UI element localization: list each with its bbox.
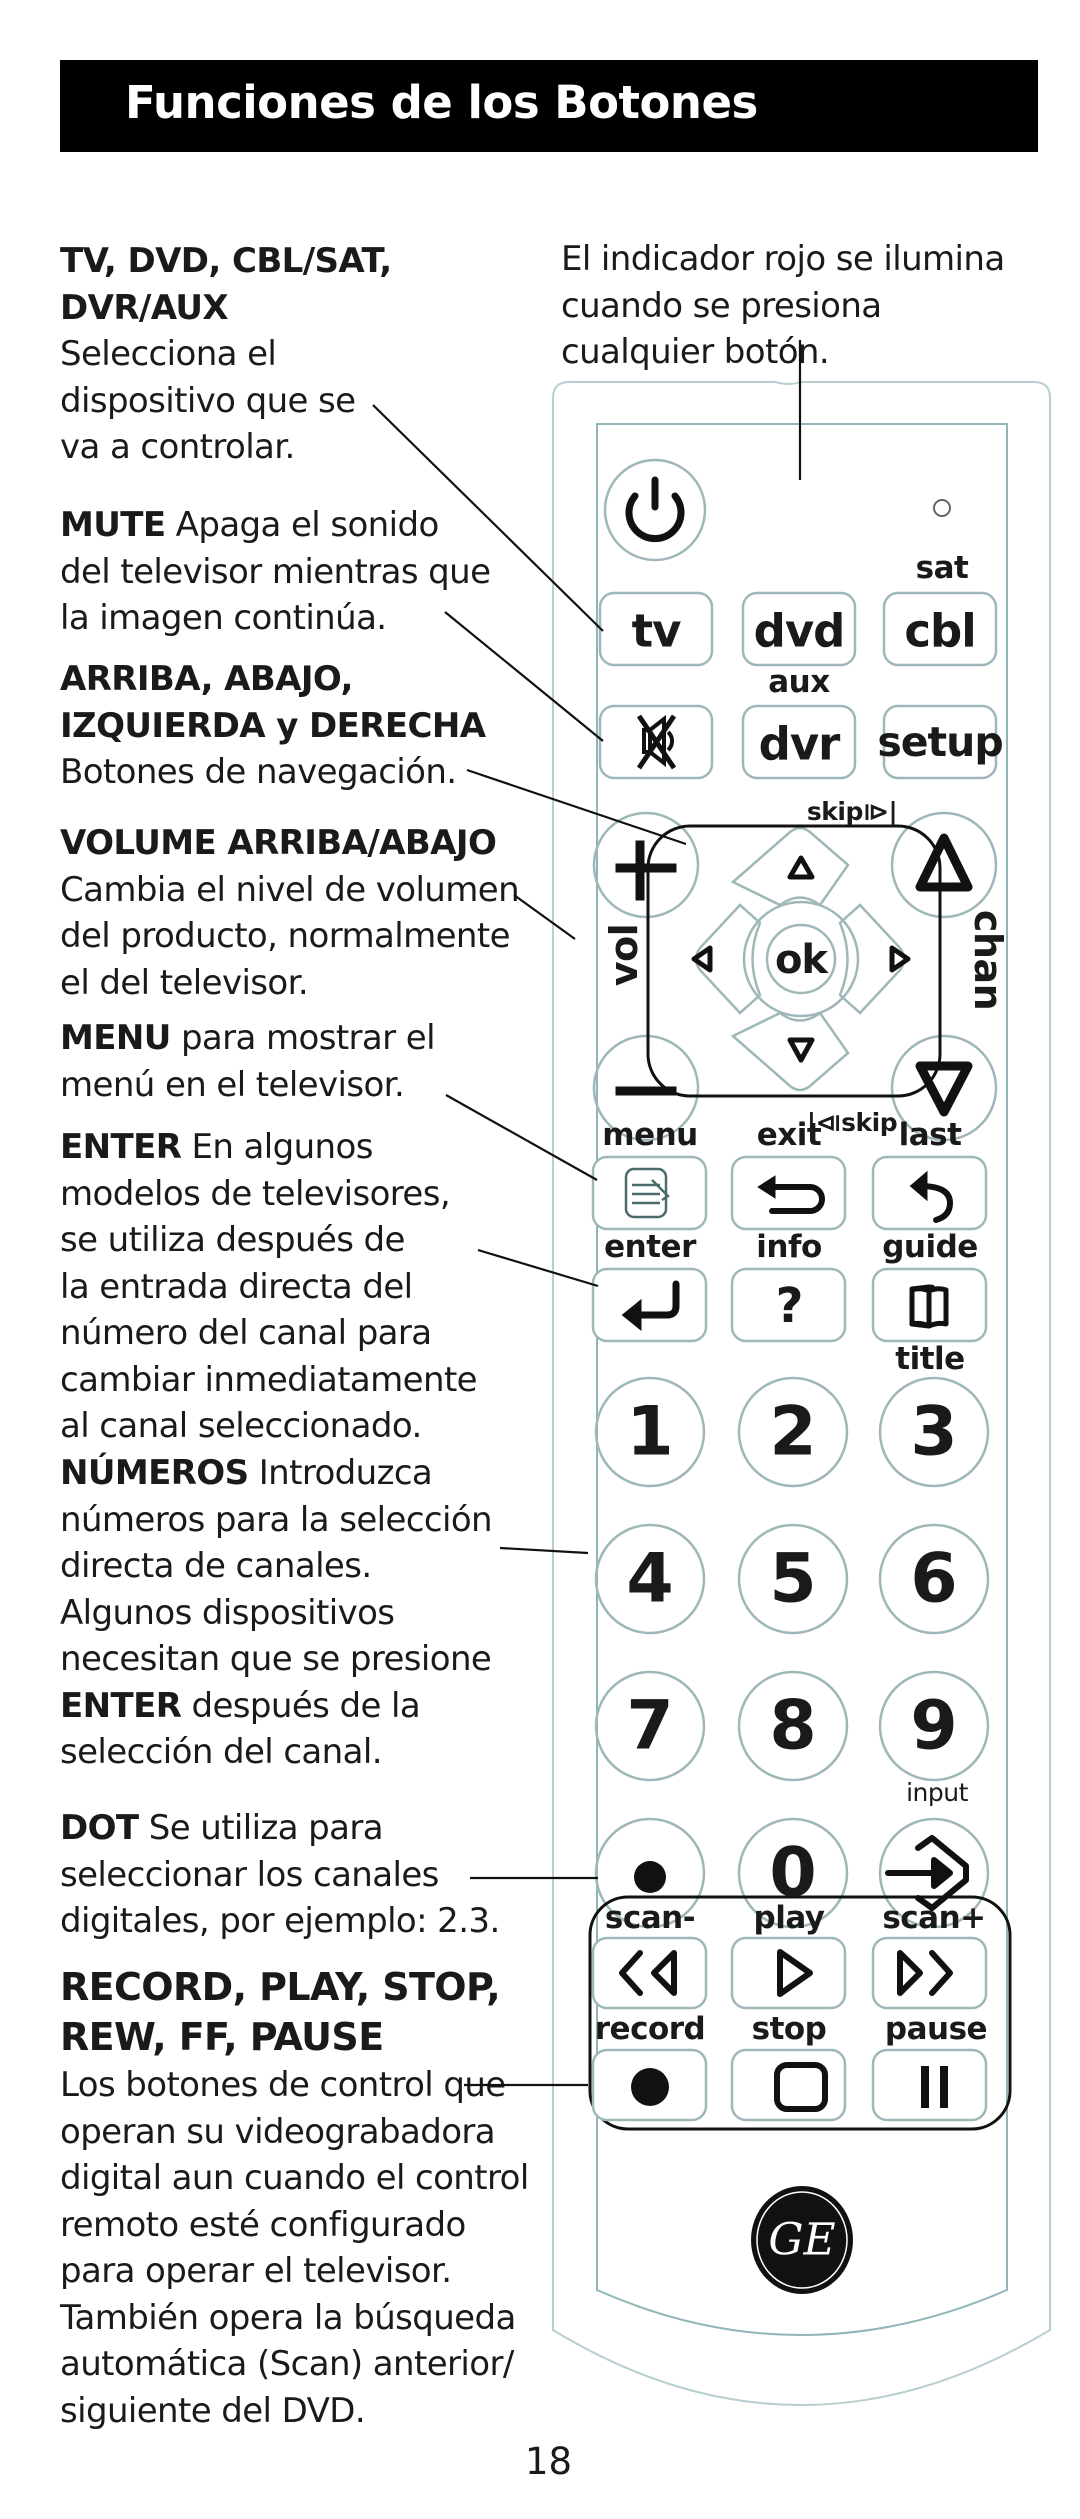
input-label: input [906,1778,968,1807]
dpad-right-button[interactable] [852,930,904,990]
callout-mute [444,611,604,742]
digit-7-button[interactable]: 7 [626,1687,673,1766]
vol-up-button[interactable] [594,813,698,917]
enter-label: enter [604,1229,696,1265]
vol-label: vol [602,923,646,987]
guide-button[interactable] [873,1269,986,1341]
digit-5-button[interactable]: 5 [769,1540,816,1619]
callout-volume [513,894,576,940]
digit-6-button[interactable]: 6 [910,1540,957,1619]
fast-forward-button[interactable] [873,1938,986,2008]
sat-label: sat [915,550,969,586]
record-button[interactable] [593,2050,706,2120]
guide-label: guide [882,1229,978,1265]
dpad-up-button[interactable] [770,835,830,890]
dpad-left-button[interactable] [698,930,750,990]
scan-minus-label: scan- [604,1900,696,1936]
enter-button[interactable] [593,1269,706,1341]
indicator-led-icon [933,499,951,517]
mute-button[interactable] [600,706,712,778]
power-button-hit[interactable] [605,460,705,560]
dvd-button[interactable]: dvd [754,605,846,658]
stop-button[interactable] [732,2050,845,2120]
last-button[interactable] [873,1157,986,1229]
callout-numbers [499,1546,589,1555]
callout-enter [477,1248,599,1288]
pause-label: pause [884,2011,988,2047]
play-label: play [753,1900,826,1936]
chan-up-button[interactable] [892,813,996,917]
chan-label: chan [966,909,1010,1011]
dpad-down-button[interactable] [770,1030,830,1085]
callout-device [372,404,604,632]
setup-button[interactable]: setup [877,718,1003,766]
cbl-button[interactable]: cbl [904,605,976,658]
pause-button[interactable] [873,2050,986,2120]
exit-button[interactable] [732,1157,845,1229]
digit-2-button[interactable]: 2 [769,1393,816,1472]
exit-label: exit [756,1117,822,1153]
stop-label: stop [751,2011,827,2047]
menu-label: menu [602,1117,698,1153]
info-button[interactable]: ? [776,1278,804,1334]
digit-3-button[interactable]: 3 [910,1393,957,1472]
tv-button[interactable]: tv [632,605,682,658]
aux-label: aux [768,664,830,700]
digit-8-button[interactable]: 8 [769,1687,816,1766]
record-label: record [594,2011,706,2047]
digit-1-button[interactable]: 1 [626,1393,673,1472]
menu-button[interactable] [593,1157,706,1229]
dvr-button[interactable]: dvr [759,718,841,771]
callout-menu [445,1094,598,1181]
skip-forward-label: skip⧐| [806,797,898,826]
digit-4-button[interactable]: 4 [626,1540,673,1619]
info-label: info [756,1229,822,1265]
page-number: 18 [525,2440,573,2483]
last-label: last [898,1117,962,1153]
ok-button[interactable]: ok [775,937,828,983]
scan-plus-label: scan+ [882,1900,986,1936]
rewind-button[interactable] [593,1938,706,2008]
title-label: title [895,1341,965,1377]
play-button[interactable] [732,1938,845,2008]
ge-logo-text: GE [768,2214,836,2266]
digit-9-button[interactable]: 9 [910,1687,957,1766]
